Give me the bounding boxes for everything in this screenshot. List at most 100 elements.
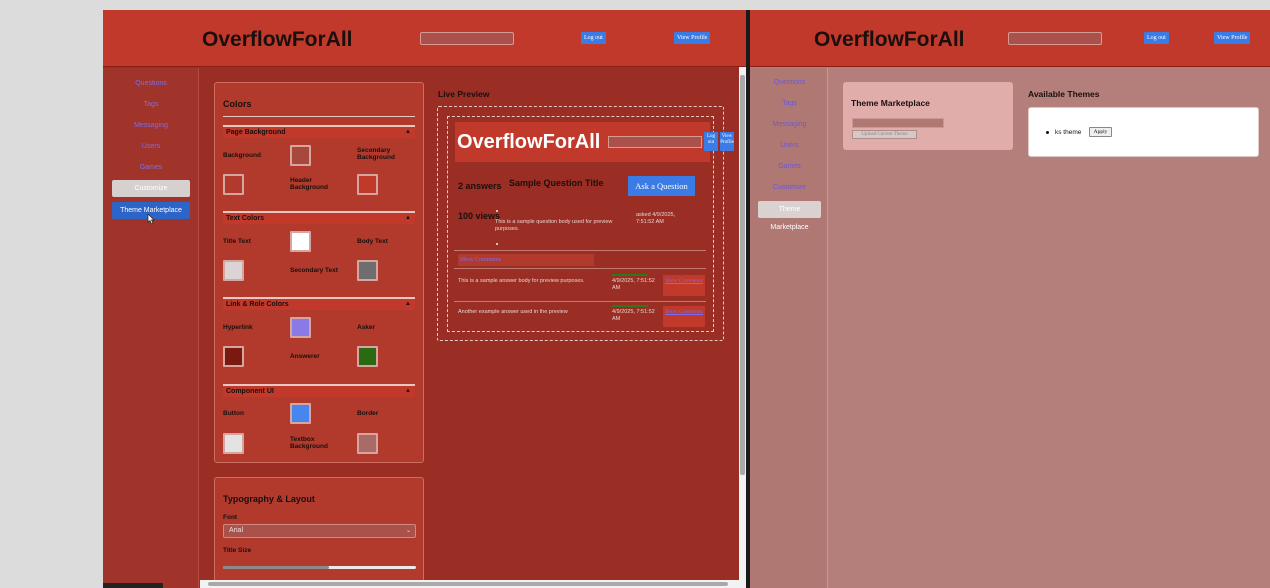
label-secondary-text: Secondary Text xyxy=(290,267,338,274)
swatch-title-text[interactable] xyxy=(290,231,311,252)
nav-messaging[interactable]: Messaging xyxy=(758,116,821,133)
horizontal-scrollbar[interactable] xyxy=(200,580,739,588)
available-themes-list: ks theme Apply xyxy=(1028,107,1259,157)
cursor-icon xyxy=(147,214,155,225)
preview-view-profile-button: View Profile xyxy=(720,132,734,151)
status-tag xyxy=(103,583,163,588)
label-border: Border xyxy=(357,410,379,417)
live-preview-frame: OverflowForAll Log out View Profile 2 an… xyxy=(437,106,734,341)
swatch-answerer[interactable] xyxy=(357,346,378,367)
swatch-border[interactable] xyxy=(223,433,244,454)
divider xyxy=(454,250,706,251)
font-select[interactable]: Arial ⌄ xyxy=(223,524,416,538)
nav-marketplace[interactable]: Marketplace xyxy=(758,219,821,236)
label-secondary-background: Secondary Background xyxy=(357,147,395,161)
nav-games[interactable]: Games xyxy=(112,159,190,176)
nav-questions[interactable]: Questions xyxy=(758,74,821,91)
collapse-icon[interactable]: ▲ xyxy=(405,386,411,397)
upload-theme-button[interactable]: Upload Current Theme xyxy=(852,130,917,139)
preview-search-input xyxy=(608,136,702,148)
preview-answer-show-comments: Show Comments xyxy=(663,306,705,327)
nav-customize[interactable]: Customize xyxy=(112,180,190,197)
nav-users[interactable]: Users xyxy=(758,137,821,154)
nav-tags[interactable]: Tags xyxy=(112,96,190,113)
site-brand[interactable]: OverflowForAll xyxy=(202,28,353,52)
preview-dot xyxy=(496,243,498,245)
nav-theme[interactable]: Theme xyxy=(758,201,821,218)
swatch-asker[interactable] xyxy=(223,346,244,367)
marketplace-window: OverflowForAll Log out View Profile Ques… xyxy=(750,10,1270,588)
site-brand[interactable]: OverflowForAll xyxy=(814,28,965,52)
vertical-scrollbar[interactable] xyxy=(739,67,746,588)
preview-brand: OverflowForAll xyxy=(457,131,601,153)
preview-dot xyxy=(496,210,498,212)
section-text-colors[interactable]: Text Colors ▲ xyxy=(223,211,415,224)
slider-fill xyxy=(223,566,330,569)
section-label: Link & Role Colors xyxy=(226,301,289,308)
collapse-icon[interactable]: ▲ xyxy=(405,127,411,138)
swatch-button[interactable] xyxy=(290,403,311,424)
preview-inner: OverflowForAll Log out View Profile 2 an… xyxy=(447,116,734,332)
font-select-value: Arial xyxy=(229,527,244,534)
collapse-icon[interactable]: ▲ xyxy=(405,213,411,224)
swatch-header-background[interactable] xyxy=(357,174,378,195)
divider xyxy=(454,268,706,269)
nav-questions[interactable]: Questions xyxy=(112,75,190,92)
nav-customize[interactable]: Customize xyxy=(758,179,821,196)
section-component-ui[interactable]: Component UI ▲ xyxy=(223,384,415,397)
section-link-role-colors[interactable]: Link & Role Colors ▲ xyxy=(223,297,415,310)
search-input[interactable] xyxy=(1008,32,1102,45)
preview-question-title: Sample Question Title xyxy=(509,178,604,188)
sidebar: Questions Tags Messaging Users Games Cus… xyxy=(103,68,199,588)
label-button: Button xyxy=(223,410,244,417)
nav-games[interactable]: Games xyxy=(758,158,821,175)
collapse-icon[interactable]: ▲ xyxy=(405,299,411,310)
chevron-down-icon: ⌄ xyxy=(405,528,411,534)
preview-show-comments: Show Comments xyxy=(458,254,594,266)
colors-title: Colors xyxy=(223,99,252,109)
apply-theme-button[interactable]: Apply xyxy=(1089,127,1112,137)
swatch-textbox-background[interactable] xyxy=(357,433,378,454)
preview-header: OverflowForAll Log out View Profile xyxy=(455,122,734,162)
label-title-text: Title Text xyxy=(223,238,251,245)
site-header: OverflowForAll Log out View Profile xyxy=(103,10,746,67)
preview-answer-body: This is a sample answer body for preview… xyxy=(458,278,585,284)
available-themes-title: Available Themes xyxy=(1028,89,1100,99)
scroll-thumb[interactable] xyxy=(208,582,728,586)
colors-panel: Colors Page Background ▲ Background Seco… xyxy=(214,82,424,463)
swatch-body-text[interactable] xyxy=(223,260,244,281)
swatch-secondary-background[interactable] xyxy=(223,174,244,195)
section-page-background[interactable]: Page Background ▲ xyxy=(223,125,415,138)
nav-messaging[interactable]: Messaging xyxy=(112,117,190,134)
nav-users[interactable]: Users xyxy=(112,138,190,155)
preview-answers-count: 2 answers xyxy=(458,181,502,191)
label-header-background: Header Background xyxy=(290,177,328,191)
title-size-slider[interactable] xyxy=(223,566,416,569)
site-header: OverflowForAll Log out View Profile xyxy=(750,10,1270,67)
nav-tags[interactable]: Tags xyxy=(758,95,821,112)
section-label: Component UI xyxy=(226,388,274,395)
swatch-secondary-text[interactable] xyxy=(357,260,378,281)
section-label: Text Colors xyxy=(226,215,264,222)
scroll-thumb[interactable] xyxy=(740,75,745,475)
marketplace-title: Theme Marketplace xyxy=(851,98,930,108)
theme-name-input[interactable] xyxy=(852,118,944,128)
label-asker: Asker xyxy=(357,324,376,331)
preview-views: 100 views xyxy=(458,211,501,221)
section-label: Page Background xyxy=(226,129,286,136)
swatch-hyperlink[interactable] xyxy=(290,317,311,338)
view-profile-button[interactable]: View Profile xyxy=(1214,32,1251,44)
preview-ask-button: Ask a Question xyxy=(628,176,695,196)
divider xyxy=(223,116,415,117)
desktop: OverflowForAll Log out View Profile Ques… xyxy=(0,0,1270,588)
answerer-bar xyxy=(612,274,648,276)
typography-title: Typography & Layout xyxy=(223,494,315,504)
sidebar: Questions Tags Messaging Users Games Cus… xyxy=(750,68,828,588)
label-textbox-background: Textbox Background xyxy=(290,436,328,450)
view-profile-button[interactable]: View Profile xyxy=(674,32,711,44)
logout-button[interactable]: Log out xyxy=(581,32,606,44)
swatch-background[interactable] xyxy=(290,145,311,166)
preview-logout-button: Log out xyxy=(704,132,718,151)
search-input[interactable] xyxy=(420,32,514,45)
logout-button[interactable]: Log out xyxy=(1144,32,1169,44)
